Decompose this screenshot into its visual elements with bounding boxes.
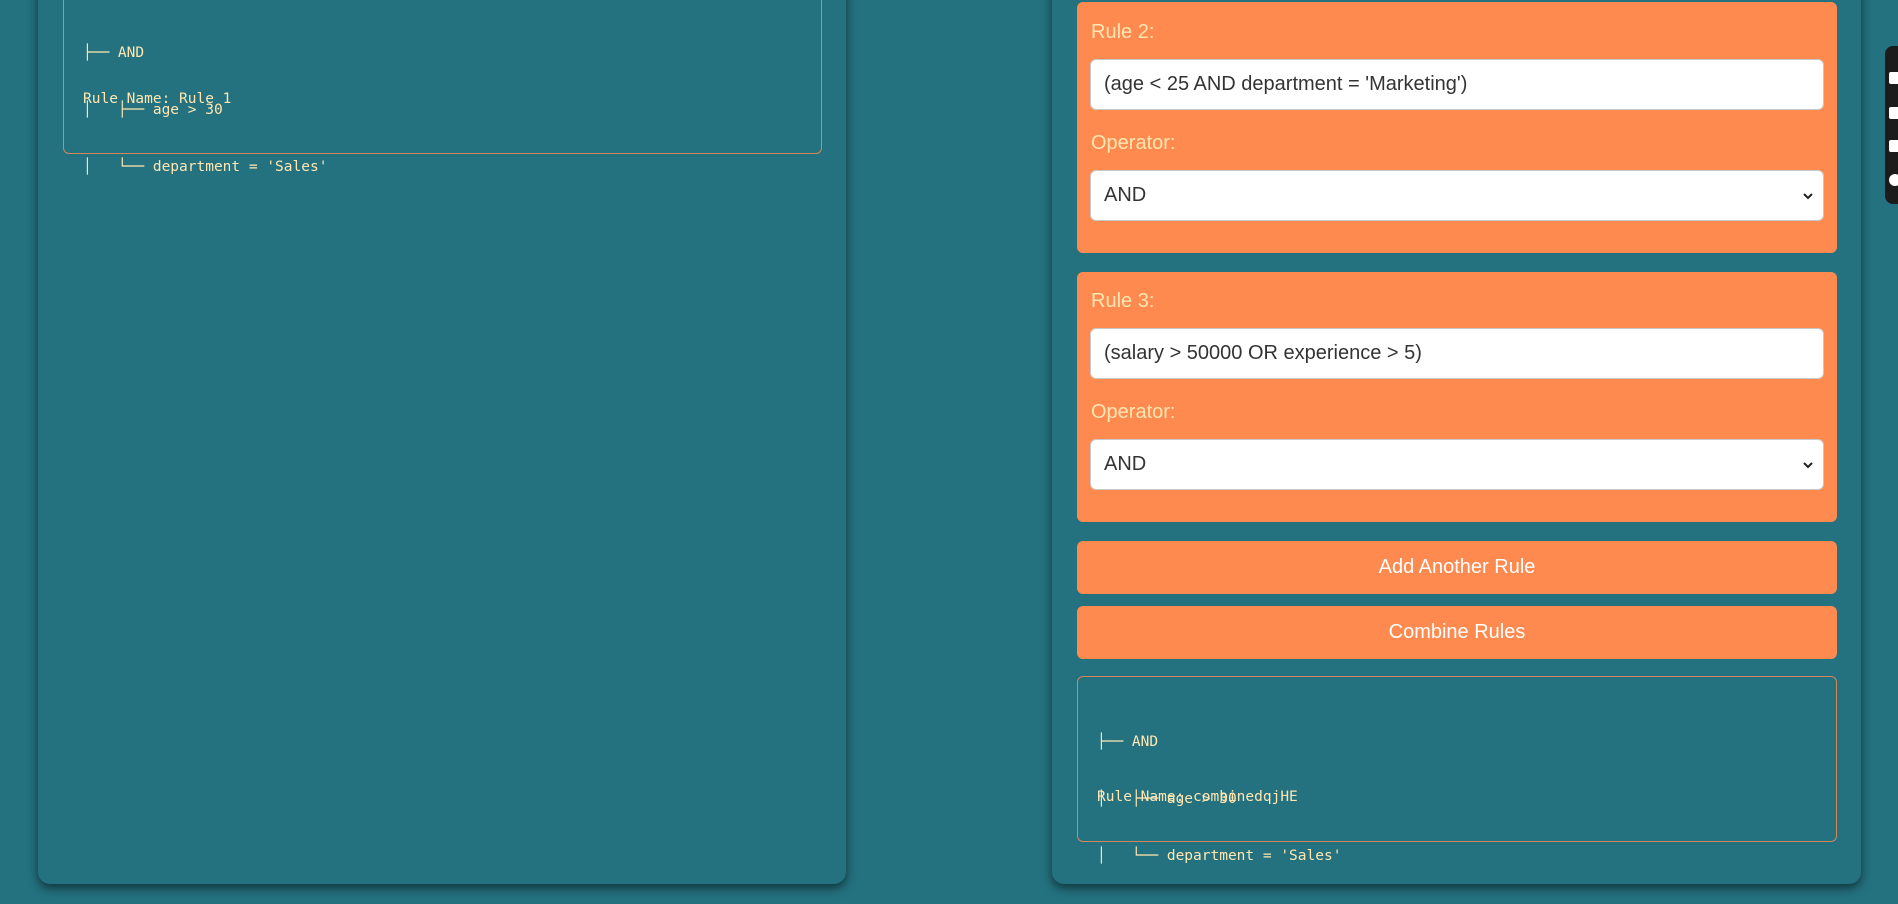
rule-ast-output: ├── AND │ ├── age > 30 │ └── department … xyxy=(63,0,822,175)
chevron-down-icon xyxy=(1803,461,1813,468)
rule-name-text: Rule Name: Rule 1 xyxy=(83,91,232,107)
rule-card: Rule 2: (age < 25 AND department = 'Mark… xyxy=(1077,2,1837,253)
rule-input[interactable]: (age < 25 AND department = 'Marketing') xyxy=(1090,59,1824,110)
rule-label: Rule 3: xyxy=(1091,290,1155,312)
chevron-down-icon xyxy=(1803,192,1813,199)
rule-label: Rule 2: xyxy=(1091,21,1155,43)
rule-input[interactable]: (salary > 50000 OR experience > 5) xyxy=(1090,328,1824,379)
checkbox-icon[interactable] xyxy=(1889,72,1898,84)
side-toolbar xyxy=(1885,46,1898,204)
add-rule-button[interactable]: Add Another Rule xyxy=(1077,541,1837,594)
combined-ast-output: ├── AND │ ├── age > 30 │ └── department … xyxy=(1077,676,1837,864)
operator-select-value: AND xyxy=(1104,453,1147,475)
ast-tree-line: │ └── department = 'Sales' xyxy=(83,159,328,175)
ast-tree-line: │ └── department = 'Sales' xyxy=(1097,848,1342,864)
rule-name-text: Rule Name: combinedqjHE xyxy=(1097,789,1298,805)
ast-tree-line: ├── AND xyxy=(1097,734,1159,750)
operator-select-value: AND xyxy=(1104,184,1147,206)
combine-rules-button[interactable]: Combine Rules xyxy=(1077,606,1837,659)
operator-label: Operator: xyxy=(1091,401,1176,423)
operator-select[interactable]: AND xyxy=(1090,170,1824,221)
square-icon[interactable] xyxy=(1889,107,1898,119)
ast-tree-line: ├── AND xyxy=(83,45,145,61)
rule-card: Rule 3: (salary > 50000 OR experience > … xyxy=(1077,272,1837,522)
gear-icon[interactable] xyxy=(1889,174,1898,186)
ast-tree: ├── AND │ ├── age > 30 │ └── department … xyxy=(83,6,327,215)
copy-icon[interactable] xyxy=(1889,140,1898,152)
operator-select[interactable]: AND xyxy=(1090,439,1824,490)
operator-label: Operator: xyxy=(1091,132,1176,154)
